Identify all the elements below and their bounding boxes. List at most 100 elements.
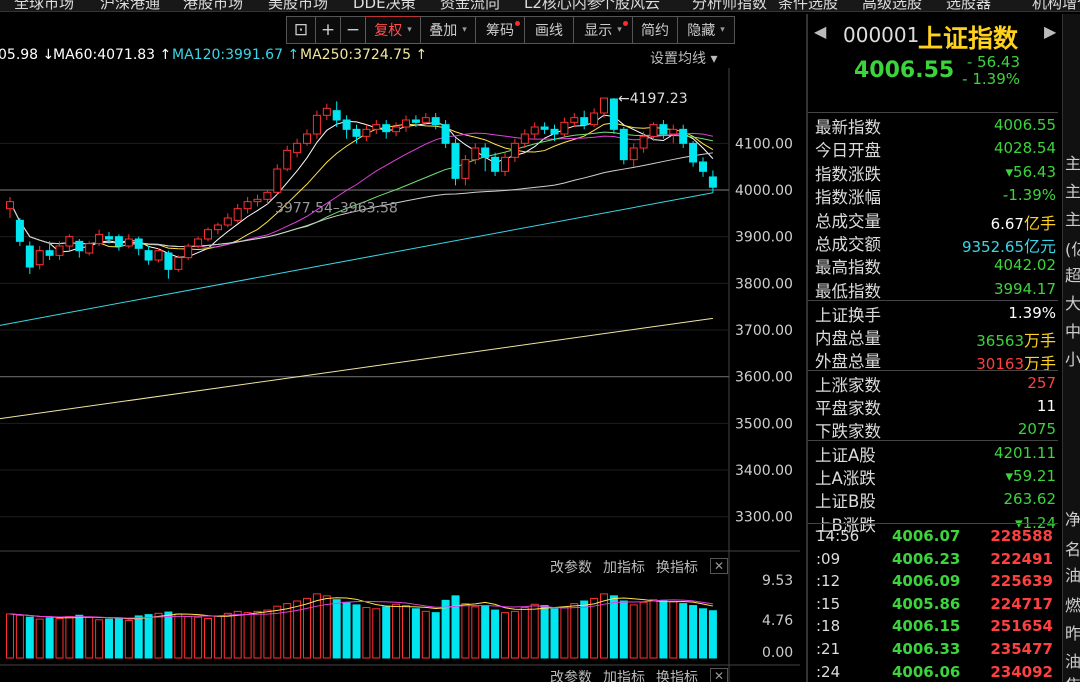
toolbar-button[interactable]: 叠加 ▾ (420, 16, 476, 44)
trade-time: :15 (816, 594, 841, 613)
volume-bar (164, 611, 173, 659)
lock-icon[interactable]: ⊡ (286, 16, 316, 44)
candlestick (243, 197, 252, 214)
top-nav-item[interactable]: 条件选股 (778, 0, 838, 11)
prev-stock-icon[interactable]: ◀ (814, 22, 826, 41)
candlestick (25, 241, 34, 275)
volume-bar (699, 608, 707, 659)
volume-bar (639, 601, 648, 659)
edge-panel-text: 主 (1065, 210, 1080, 229)
candlestick (114, 234, 123, 251)
volume-bar (372, 608, 381, 659)
toolbar-button[interactable]: 画线 (524, 16, 574, 44)
current-price: 4006.55 (854, 58, 955, 83)
candlestick (520, 129, 529, 148)
stat-value: 257 (1027, 374, 1056, 393)
top-nav-item[interactable]: 沪深港通 (100, 0, 160, 11)
sub-close-icon[interactable]: ✕ (710, 668, 728, 682)
volume-param-button[interactable]: 改参数 (550, 557, 592, 577)
sub-param-button[interactable]: 改参数 (550, 667, 592, 682)
trade-vol: 235477 (990, 639, 1053, 658)
stat-label: 上证A股 (815, 446, 876, 466)
volume-bar (609, 595, 618, 659)
volume-add-indicator-button[interactable]: 加指标 (603, 557, 645, 577)
side-panel-edge: 主主主(亿超大中小净名油燃昨油焦 (1062, 14, 1080, 682)
toolbar-button[interactable]: 简约 (632, 16, 678, 44)
stat-value: 11 (1036, 396, 1056, 415)
edge-panel-text: 昨 (1065, 624, 1080, 643)
candlestick (35, 246, 44, 270)
top-nav-item[interactable]: 机构增仓 (1032, 0, 1080, 11)
top-nav-item[interactable]: 选股器 (946, 0, 991, 11)
stat-label: 今日开盘 (815, 141, 881, 161)
toolbar-button[interactable]: 隐藏 ▾ (677, 16, 735, 44)
volume-bar (184, 616, 193, 659)
toolbar-button[interactable]: 显示 ▾ (573, 16, 633, 44)
candlestick (451, 138, 460, 186)
volume-bar (253, 610, 262, 659)
candlestick (184, 243, 193, 261)
edge-panel-text: (亿 (1065, 240, 1080, 259)
volume-bar (382, 606, 391, 659)
top-nav-item[interactable]: 港股市场 (183, 0, 243, 11)
stat-row: 内盘总量 36563万手 (808, 324, 1058, 350)
stat-value-group: ▾59.21 (1006, 467, 1056, 485)
volume-bar (332, 599, 341, 659)
volume-bar (619, 600, 628, 659)
stat-row: 总成交额 9352.65亿元 (808, 230, 1058, 256)
top-nav-item[interactable]: 高级选股 (862, 0, 922, 11)
zoom-in-icon[interactable]: + (315, 16, 341, 44)
top-nav-item[interactable]: 个股风云 (600, 0, 660, 11)
candlestick (689, 140, 698, 167)
top-nav-item[interactable]: 资金流向 (440, 0, 500, 11)
volume-bar (65, 616, 74, 659)
candlestick (580, 110, 589, 130)
trade-time: :21 (816, 639, 841, 658)
volume-bar (550, 608, 559, 659)
volume-bar (213, 615, 222, 659)
candlestick (530, 122, 539, 139)
trade-time: 14:56 (816, 527, 860, 545)
candlestick (570, 112, 579, 127)
top-nav-item[interactable]: DDE决策 (353, 0, 416, 11)
stat-value: 4028.54 (993, 139, 1056, 158)
kline-chart[interactable]: 4100.00 4000.00 3900.00 3800.00 3700.00 3600.… (0, 68, 806, 682)
top-nav-item[interactable]: 美股市场 (268, 0, 328, 11)
candlestick (560, 117, 569, 137)
notification-dot-icon (623, 21, 628, 26)
stat-row: 最低指数 3994.17 (808, 277, 1058, 301)
candlestick (273, 164, 282, 195)
top-nav-item[interactable]: L2核心内参 (524, 0, 602, 11)
stat-value-group: 257 (1027, 374, 1056, 392)
sub-switch-indicator-button[interactable]: 换指标 (656, 667, 698, 682)
sub-add-indicator-button[interactable]: 加指标 (603, 667, 645, 682)
top-nav-item[interactable]: 全球市场 (14, 0, 74, 11)
stat-value: 3994.17 (993, 279, 1056, 298)
candlestick (95, 229, 104, 247)
toolbar-button[interactable]: 筹码 (475, 16, 525, 44)
volume-bar (114, 617, 123, 659)
set-ma-button[interactable]: 设置均线 ▾ (650, 48, 717, 68)
stat-label: 平盘家数 (815, 398, 881, 418)
volume-bar (540, 605, 549, 659)
stat-row: 平盘家数 11 (808, 394, 1058, 418)
volume-close-icon[interactable]: ✕ (710, 558, 728, 574)
toolbar-button[interactable]: 复权 ▾ (365, 16, 421, 44)
y-axis-tick-label: 3700.00 (735, 323, 793, 339)
stat-value: 4042.02 (993, 256, 1056, 275)
zoom-out-icon[interactable]: − (340, 16, 366, 44)
candlestick (342, 115, 351, 139)
volume-bar (520, 606, 529, 659)
volume-bar (441, 599, 450, 659)
trade-time: :24 (816, 662, 841, 681)
next-stock-icon[interactable]: ▶ (1044, 22, 1056, 41)
volume-switch-indicator-button[interactable]: 换指标 (656, 557, 698, 577)
stat-row: 指数涨幅 -1.39% (808, 183, 1058, 207)
top-nav-item[interactable]: 分析师指数 (692, 0, 767, 11)
volume-bar (659, 599, 668, 659)
stat-label: 外盘总量 (815, 351, 881, 371)
stat-value: 2075 (1017, 420, 1056, 439)
trade-vol: 222491 (990, 549, 1053, 568)
y-axis-tick-label: 3600.00 (735, 370, 793, 386)
volume-bar (243, 612, 252, 659)
